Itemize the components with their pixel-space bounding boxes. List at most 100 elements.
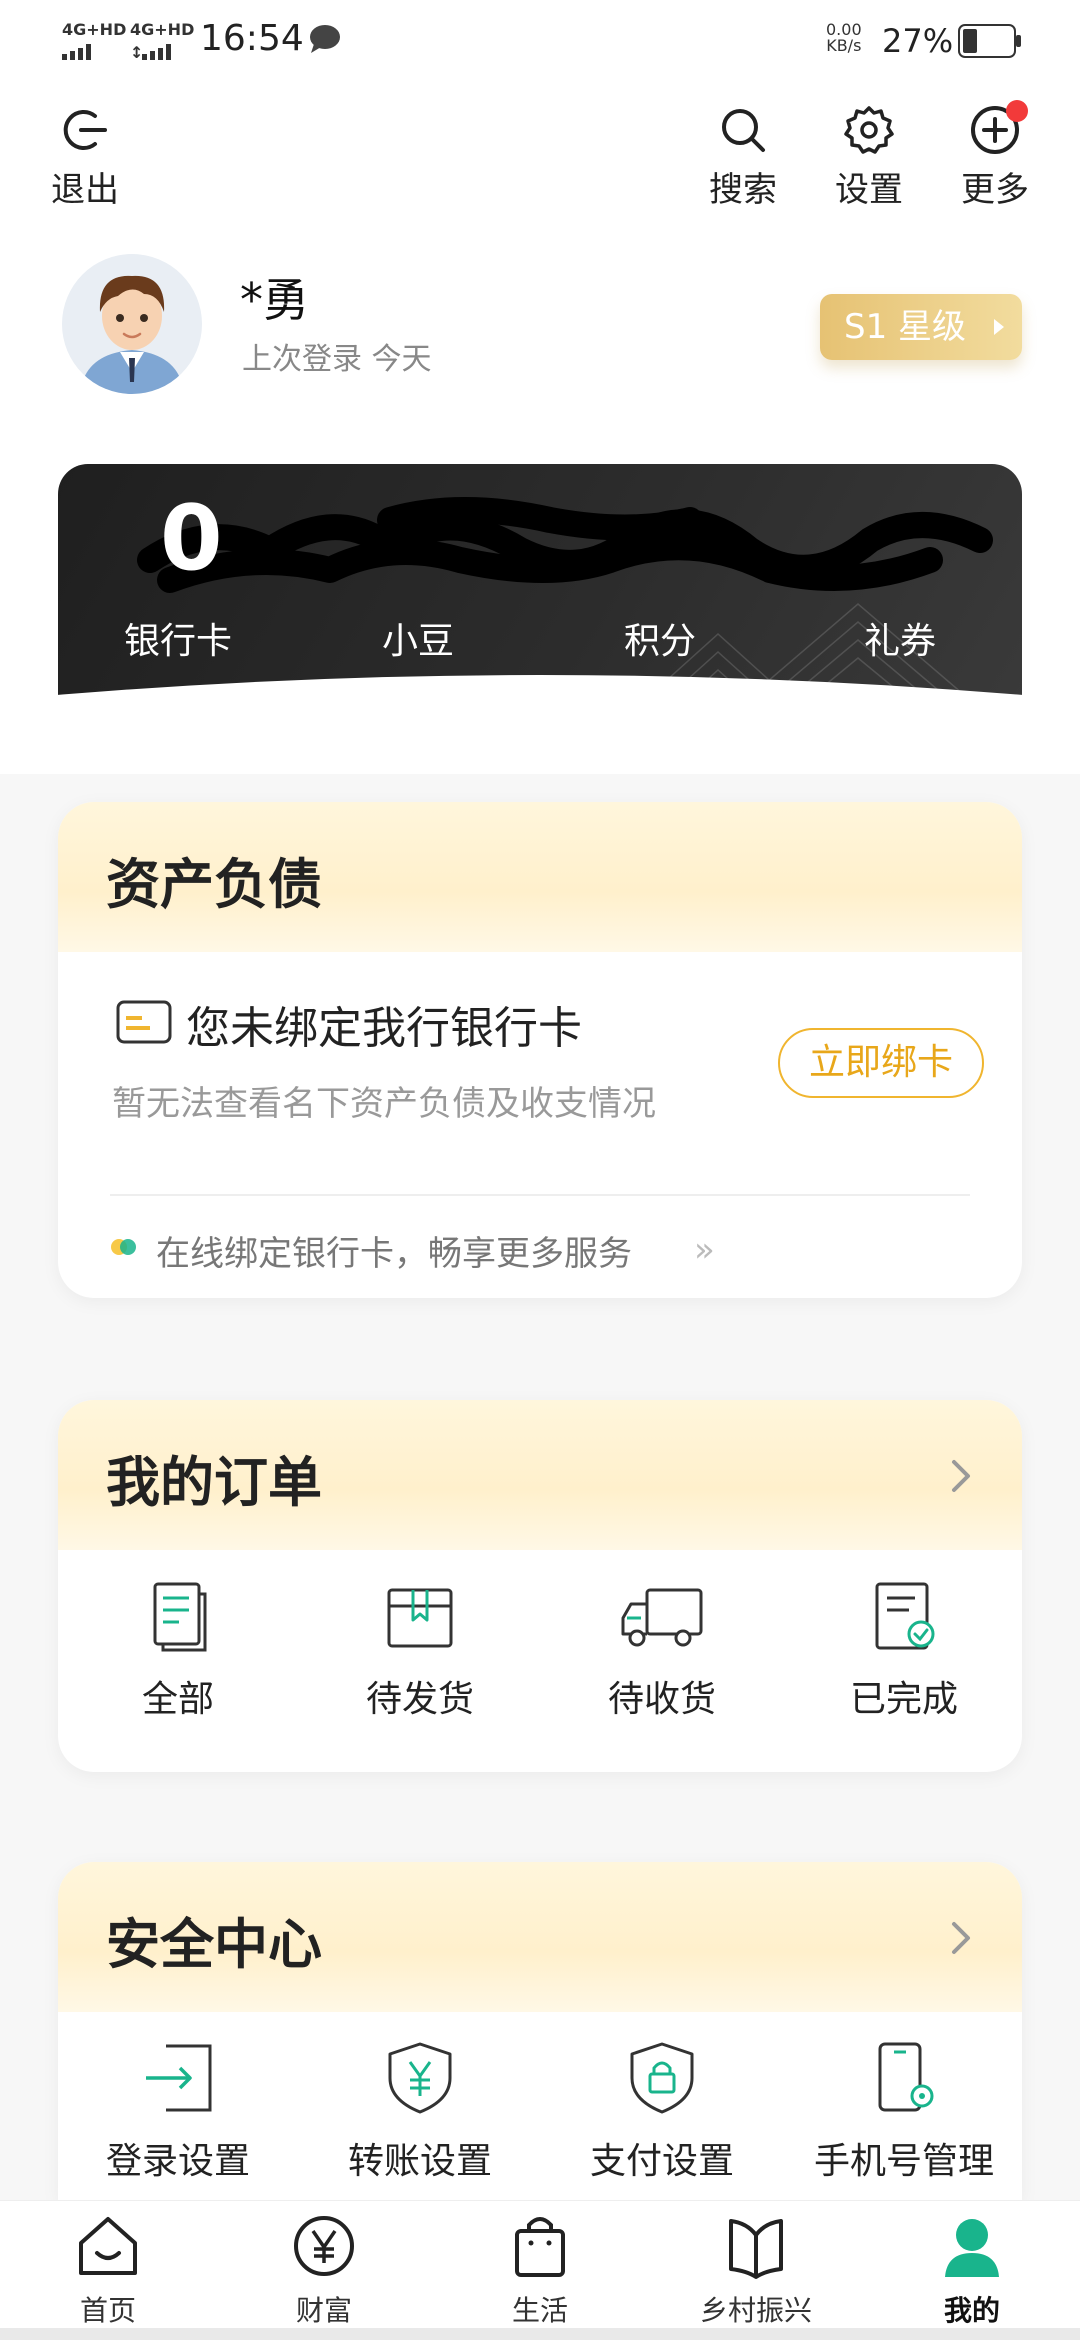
exit-label: 退出 xyxy=(51,170,119,210)
level-label: S1 星级 xyxy=(844,307,967,347)
security-card-header[interactable]: 安全中心 xyxy=(58,1862,1022,2012)
phone-management-label: 手机号管理 xyxy=(813,2141,994,2182)
transfer-settings-label: 转账设置 xyxy=(347,2141,492,2182)
tab-rural[interactable]: 乡村振兴 xyxy=(656,2211,856,2329)
battery-icon xyxy=(958,24,1021,58)
tab-wealth-label: 财富 xyxy=(295,2294,352,2327)
sim2-label: 4G+HD xyxy=(130,20,195,39)
sim2-signal: 4G+HD ↕ xyxy=(130,22,194,60)
phone-management[interactable]: 手机号管理 xyxy=(804,2040,1004,2184)
transfer-settings[interactable]: 转账设置 xyxy=(320,2040,520,2184)
status-bar: 4G+HD 4G+HD ↕ 16:54 0.00 KB/s 27% xyxy=(0,0,1080,84)
profile-section: *勇 上次登录 今天 S1 星级 xyxy=(0,214,1080,454)
security-title: 安全中心 xyxy=(106,1913,322,1976)
order-to-ship[interactable]: 待发货 xyxy=(320,1580,520,1722)
signal-bars-icon: ↕ xyxy=(130,43,171,60)
bottom-tab-bar: 首页 财富 生活 乡村振兴 我的 xyxy=(0,2200,1080,2340)
settings-button[interactable]: 设置 xyxy=(824,104,914,211)
document-list-icon xyxy=(153,1582,207,1652)
orders-title: 我的订单 xyxy=(106,1451,322,1514)
user-icon xyxy=(945,2219,999,2277)
signal-bars-icon xyxy=(62,44,91,60)
gear-icon xyxy=(844,106,894,154)
search-button[interactable]: 搜索 xyxy=(698,104,788,211)
tab-wealth[interactable]: 财富 xyxy=(224,2211,424,2329)
assets-title: 资产负债 xyxy=(106,853,322,916)
unbound-card-text: 您未绑定我行银行卡 xyxy=(186,1003,582,1054)
gesture-bar xyxy=(0,2328,1080,2340)
stat-coupons[interactable]: 礼券 xyxy=(820,612,980,664)
bank-card-count: 0 xyxy=(160,486,223,591)
net-speed: 0.00 KB/s xyxy=(826,22,862,54)
card-curve xyxy=(0,675,1080,760)
my-orders-card: 我的订单 全部 待发货 待收货 已完成 xyxy=(58,1400,1022,1772)
package-icon xyxy=(387,1588,453,1648)
arrow-right-icon xyxy=(994,319,1004,335)
logout-icon xyxy=(63,110,107,150)
order-to-ship-label: 待发货 xyxy=(365,1679,474,1720)
chevron-right-icon xyxy=(952,1922,970,1954)
chevron-right-icon xyxy=(952,1460,970,1492)
more-button[interactable]: 更多 xyxy=(950,100,1040,211)
settings-label: 设置 xyxy=(835,170,903,210)
stat-bank-card[interactable]: 银行卡 xyxy=(98,612,258,664)
orders-card-header[interactable]: 我的订单 xyxy=(58,1400,1022,1550)
sim1-label: 4G+HD xyxy=(62,20,127,39)
bank-card-icon xyxy=(116,1000,172,1044)
order-completed-label: 已完成 xyxy=(849,1679,958,1720)
last-login-text: 上次登录 今天 xyxy=(242,342,432,377)
level-badge[interactable]: S1 星级 xyxy=(820,294,1022,360)
payment-settings[interactable]: 支付设置 xyxy=(562,2040,762,2184)
user-name: *勇 xyxy=(240,273,309,327)
shopping-bag-icon xyxy=(515,2217,565,2277)
chat-bubble-icon xyxy=(310,25,340,53)
order-to-receive-label: 待收货 xyxy=(607,1679,716,1720)
shield-yuan-icon xyxy=(388,2042,452,2114)
redaction-scribble xyxy=(137,497,993,593)
online-bind-link[interactable]: 在线绑定银行卡，畅享更多服务 xyxy=(156,1226,632,1275)
order-all[interactable]: 全部 xyxy=(78,1580,278,1722)
assets-liabilities-card: 资产负债 您未绑定我行银行卡 暂无法查看名下资产负债及收支情况 立即绑卡 在线绑… xyxy=(58,802,1022,1298)
assets-card-header: 资产负债 xyxy=(58,802,1022,952)
security-center-card: 安全中心 登录设置 转账设置 支付设置 手机号管理 xyxy=(58,1862,1022,2202)
book-leaf-icon xyxy=(729,2219,783,2279)
top-header: 退出 搜索 设置 更多 xyxy=(0,84,1080,214)
more-label: 更多 xyxy=(961,170,1029,210)
yuan-circle-icon xyxy=(294,2216,354,2276)
tab-mine[interactable]: 我的 xyxy=(872,2211,1072,2329)
avatar-icon xyxy=(62,254,202,394)
divider xyxy=(110,1194,970,1196)
login-icon xyxy=(146,2044,212,2112)
tab-life-label: 生活 xyxy=(511,2294,568,2327)
stat-points[interactable]: 积分 xyxy=(580,612,740,664)
sim1-signal: 4G+HD xyxy=(62,22,126,60)
login-settings-label: 登录设置 xyxy=(105,2141,250,2182)
notification-dot xyxy=(1006,100,1028,122)
phone-gear-icon xyxy=(878,2042,934,2112)
bind-card-button[interactable]: 立即绑卡 xyxy=(778,1028,984,1098)
tab-rural-label: 乡村振兴 xyxy=(699,2294,812,2327)
lock-shield-icon xyxy=(630,2042,694,2114)
search-label: 搜索 xyxy=(709,170,777,210)
status-dots-icon xyxy=(111,1239,136,1255)
order-to-receive[interactable]: 待收货 xyxy=(562,1580,762,1722)
double-chevron-icon: » xyxy=(694,1230,715,1270)
payment-settings-label: 支付设置 xyxy=(589,2141,734,2182)
clock: 16:54 xyxy=(200,18,304,59)
battery-percent: 27% xyxy=(882,22,954,60)
net-speed-unit: KB/s xyxy=(826,36,862,55)
unbound-card-subtext: 暂无法查看名下资产负债及收支情况 xyxy=(112,1084,656,1124)
avatar[interactable] xyxy=(62,254,202,394)
home-icon xyxy=(79,2217,137,2275)
exit-button[interactable]: 退出 xyxy=(40,104,130,211)
completed-doc-icon xyxy=(875,1582,935,1650)
stat-beans[interactable]: 小豆 xyxy=(338,612,498,664)
login-settings[interactable]: 登录设置 xyxy=(78,2040,278,2184)
tab-life[interactable]: 生活 xyxy=(440,2211,640,2329)
tab-home[interactable]: 首页 xyxy=(8,2211,208,2329)
order-all-label: 全部 xyxy=(141,1679,214,1720)
tab-mine-label: 我的 xyxy=(943,2294,1000,2327)
order-completed[interactable]: 已完成 xyxy=(804,1580,1004,1722)
tab-home-label: 首页 xyxy=(79,2294,136,2327)
search-icon xyxy=(722,109,765,152)
